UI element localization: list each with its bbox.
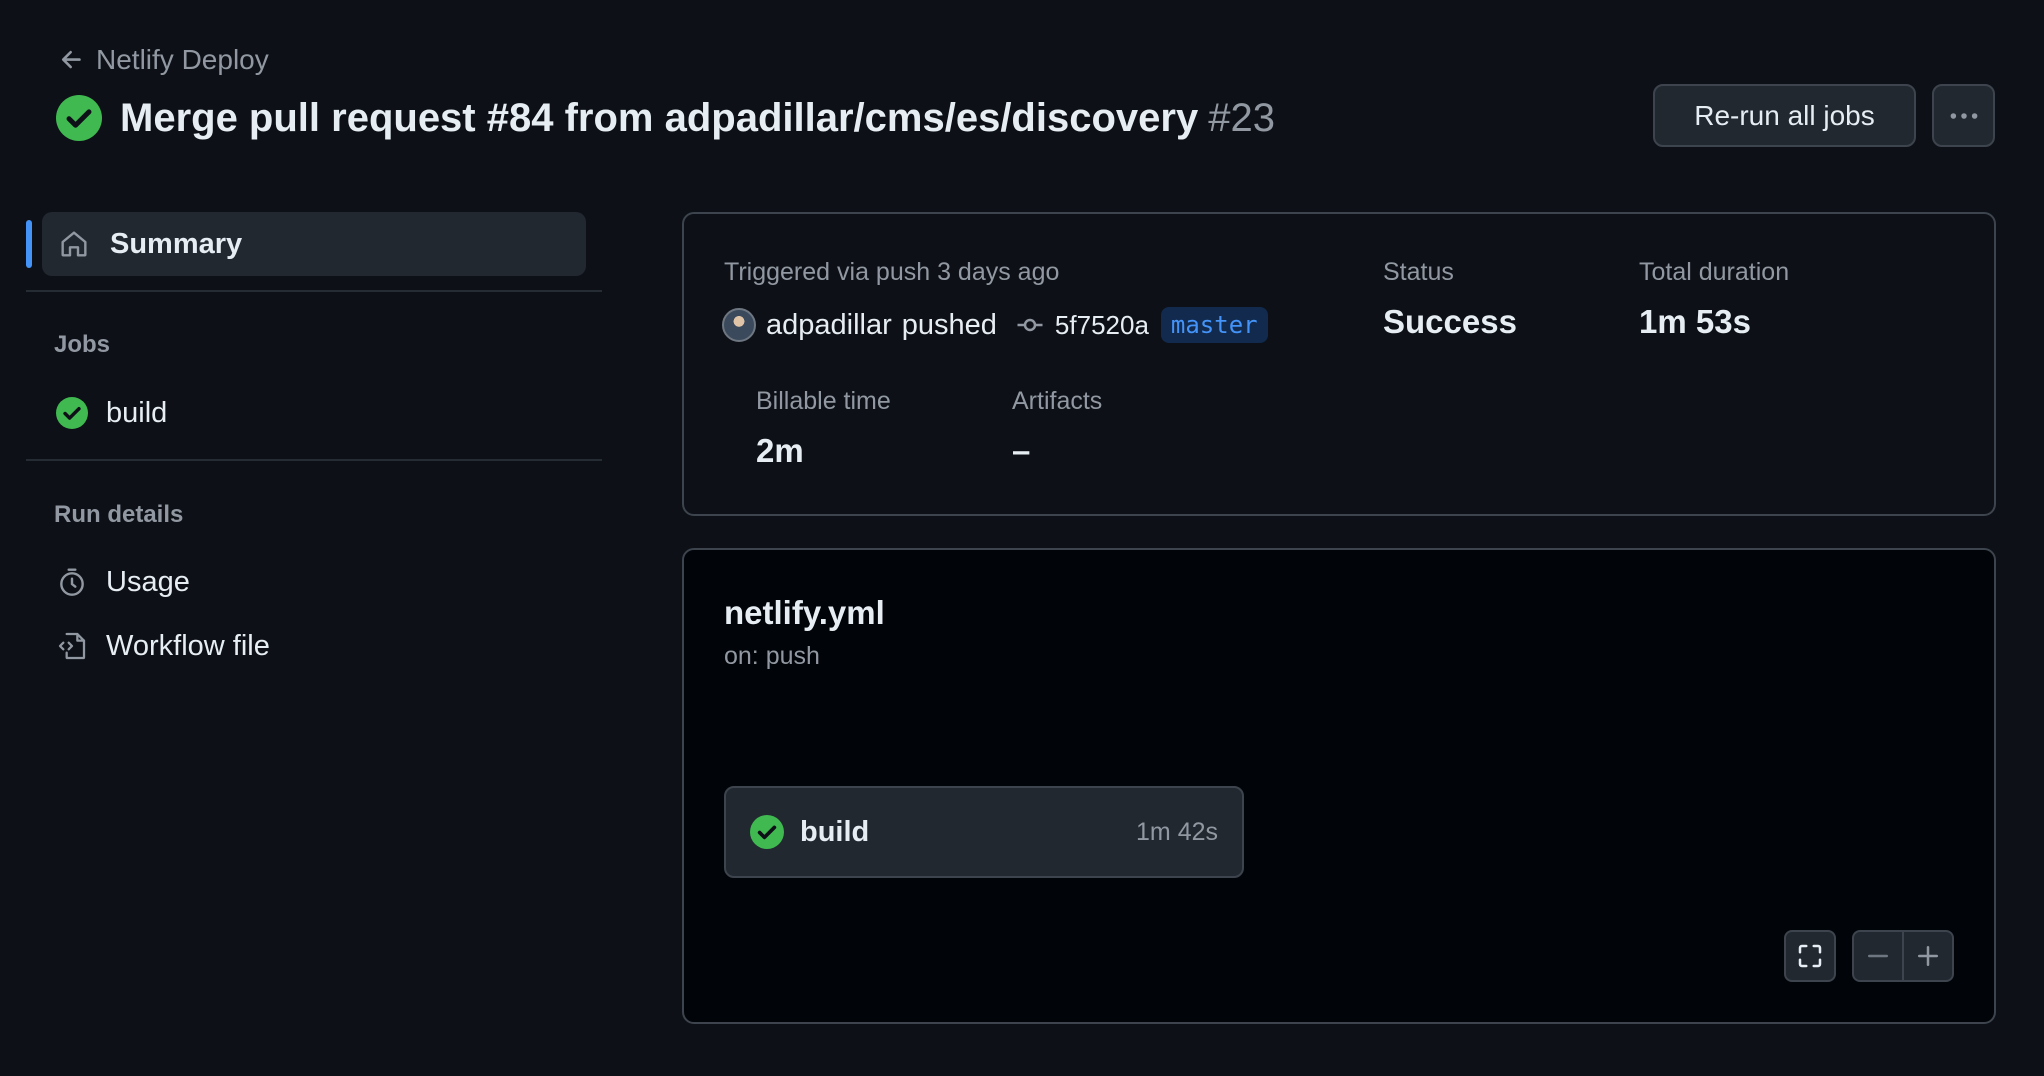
zoom-controls	[1852, 930, 1954, 982]
branch-badge[interactable]: master	[1160, 307, 1268, 343]
commit-sha-link[interactable]: 5f7520a	[1055, 310, 1149, 341]
run-number: #23	[1208, 95, 1275, 140]
total-duration-value: 1m 53s	[1639, 303, 1751, 340]
sidebar-item-label: Summary	[110, 227, 243, 260]
push-action: pushed	[901, 308, 997, 341]
active-indicator	[26, 220, 32, 268]
push-info: adpadillar pushed 5f7520a master	[722, 305, 1268, 345]
sidebar-item-label: build	[106, 396, 168, 429]
sidebar-item-build[interactable]: build	[56, 391, 167, 435]
sidebar-item-workflow-file[interactable]: Workflow file	[56, 624, 270, 668]
workflow-file-name: netlify.yml	[724, 594, 885, 631]
plus-icon	[1918, 946, 1938, 966]
file-code-icon	[58, 632, 86, 660]
rerun-all-jobs-button[interactable]: Re-run all jobs	[1653, 84, 1916, 147]
back-link[interactable]: Netlify Deploy	[58, 40, 269, 80]
divider	[26, 290, 602, 292]
home-icon	[61, 231, 87, 257]
page-title: Merge pull request #84 from adpadillar/c…	[56, 88, 1275, 148]
jobs-heading: Jobs	[54, 331, 111, 358]
more-options-button[interactable]	[1932, 84, 1995, 147]
minus-icon	[1868, 954, 1888, 958]
arrow-left-icon	[61, 50, 81, 69]
stopwatch-icon	[60, 568, 84, 596]
git-commit-icon	[1017, 318, 1043, 332]
run-details-heading: Run details	[54, 501, 184, 528]
billable-time-label: Billable time	[756, 387, 891, 415]
artifacts-label: Artifacts	[1012, 387, 1103, 415]
success-check-icon	[56, 397, 88, 429]
fullscreen-button[interactable]	[1784, 930, 1836, 982]
status-value: Success	[1383, 303, 1517, 340]
job-name: build	[800, 815, 870, 848]
triggered-text: Triggered via push 3 days ago	[724, 258, 1060, 286]
billable-time-value: 2m	[756, 432, 804, 469]
sidebar-item-usage[interactable]: Usage	[56, 560, 190, 604]
zoom-in-button[interactable]	[1903, 930, 1954, 982]
sidebar-item-label: Usage	[106, 565, 190, 598]
success-check-icon	[750, 815, 784, 849]
zoom-out-button[interactable]	[1852, 930, 1903, 982]
sidebar-item-label: Workflow file	[106, 629, 270, 662]
status-label: Status	[1383, 258, 1454, 286]
total-duration-label: Total duration	[1639, 258, 1790, 286]
screen-full-icon	[1798, 944, 1822, 968]
kebab-horizontal-icon	[1950, 112, 1977, 119]
actor-link[interactable]: adpadillar	[766, 309, 892, 342]
job-duration: 1m 42s	[1136, 817, 1218, 846]
sidebar-item-summary[interactable]: Summary	[42, 212, 586, 276]
divider	[26, 459, 602, 461]
workflow-trigger: on: push	[724, 642, 820, 670]
avatar[interactable]	[722, 308, 756, 342]
run-title: Merge pull request #84 from adpadillar/c…	[120, 95, 1275, 140]
job-node-build[interactable]: build 1m 42s	[724, 786, 1244, 878]
back-link-label: Netlify Deploy	[96, 44, 269, 75]
success-check-icon	[56, 95, 102, 141]
artifacts-value: –	[1012, 432, 1031, 469]
